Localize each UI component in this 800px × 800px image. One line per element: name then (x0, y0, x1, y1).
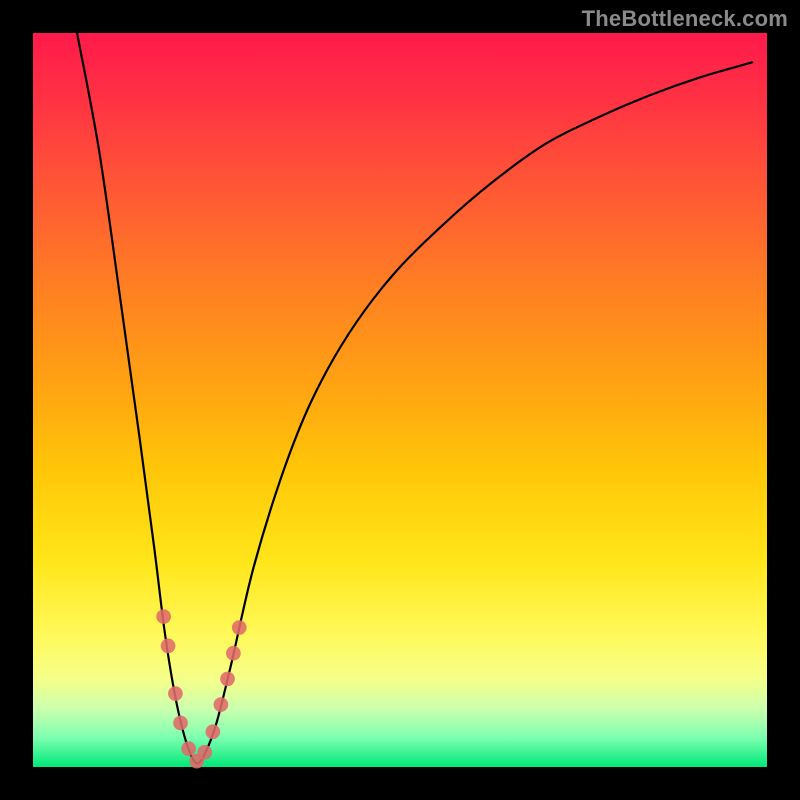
highlight-dot (205, 724, 220, 739)
highlight-dots (156, 609, 246, 768)
highlight-dot (214, 697, 229, 712)
watermark-text: TheBottleneck.com (582, 6, 788, 32)
highlight-dot (181, 741, 196, 756)
highlight-dot (232, 620, 247, 635)
highlight-dot (173, 716, 188, 731)
bottleneck-curve (77, 33, 752, 764)
highlight-dot (220, 672, 235, 687)
highlight-dot (156, 609, 171, 624)
plot-area (33, 33, 767, 767)
highlight-dot (197, 745, 212, 760)
highlight-dot (168, 686, 183, 701)
chart-frame: TheBottleneck.com (0, 0, 800, 800)
curve-layer (33, 33, 767, 767)
highlight-dot (226, 646, 241, 661)
highlight-dot (161, 639, 176, 654)
